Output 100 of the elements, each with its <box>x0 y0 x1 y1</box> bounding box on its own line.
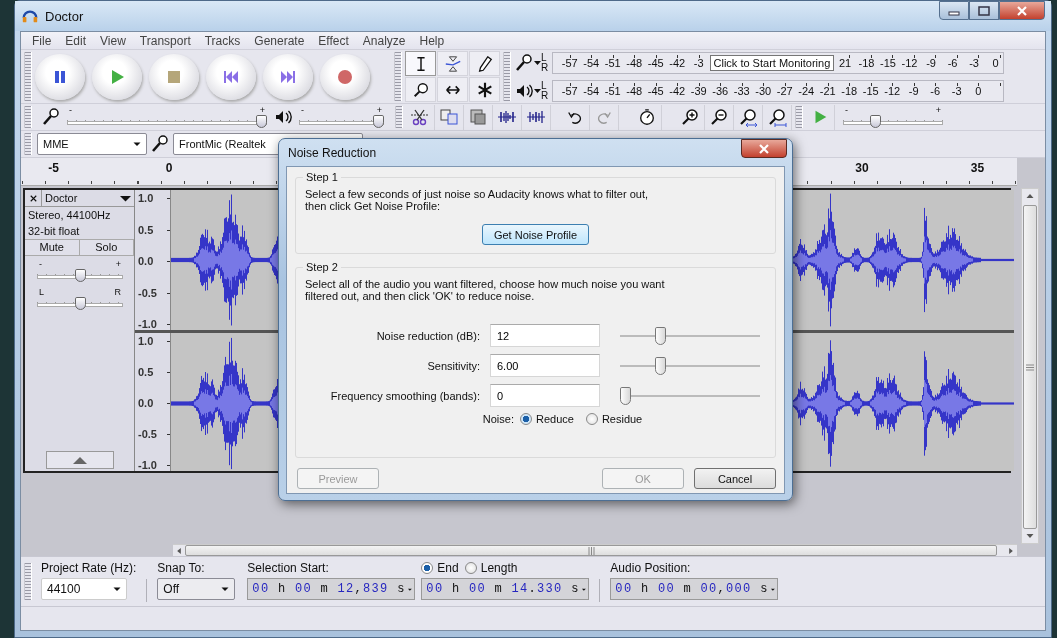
close-icon <box>758 143 770 154</box>
slider-thumb[interactable] <box>74 269 86 282</box>
toolbar-grip[interactable] <box>395 106 403 128</box>
minimize-button[interactable] <box>939 1 969 20</box>
slider-min-label: - <box>301 106 304 114</box>
pause-button[interactable] <box>35 53 85 100</box>
envelope-tool-button[interactable] <box>437 51 468 76</box>
time-field[interactable]: 00 h 00 m 12,839 s <box>247 578 416 600</box>
toolbar-grip[interactable] <box>24 133 32 155</box>
radio-button[interactable] <box>519 413 532 425</box>
field-label: Noise: <box>482 413 514 425</box>
meter-scale-label: -45 <box>646 84 665 97</box>
time-field[interactable]: 00 h 00 m 00,000 s <box>610 578 779 600</box>
input-field[interactable]: 6.00 <box>490 354 600 377</box>
radio-button[interactable] <box>585 413 598 425</box>
level-meter[interactable]: -57 -54 -51 -48 -45 -42 -39 -36 -33 -30 -27 -24 -21 -18 -15 -12 -9 -6 -3 0 <box>552 79 1004 102</box>
draw-tool-button[interactable] <box>469 51 500 76</box>
level-meter[interactable]: -57 -54 -51 -48 -45 -42 -3 Click to Start Monitoring 21 -18 -15 -12 -9 -6 -3 0 <box>552 51 1004 74</box>
toolbar-grip[interactable] <box>795 106 803 128</box>
group-label: Step 1 <box>305 171 339 183</box>
dialog-button[interactable]: Cancel <box>694 468 776 489</box>
time-shift-tool-button[interactable] <box>437 77 468 102</box>
selection-tool-button[interactable] <box>405 51 436 76</box>
slider-thumb[interactable] <box>869 115 881 128</box>
vertical-scrollbar[interactable] <box>1021 188 1039 544</box>
radio-button[interactable] <box>421 562 434 574</box>
toolbar-grip[interactable] <box>503 52 511 101</box>
slider-thumb[interactable] <box>620 386 631 405</box>
toolbar-grip[interactable] <box>394 52 402 101</box>
zoom-tool-button[interactable] <box>405 77 436 102</box>
radio-label: Length <box>480 561 518 575</box>
meter-scale-label: -15 <box>861 84 880 97</box>
skip-to-end-button[interactable] <box>263 53 313 100</box>
scale-label: -1.0 <box>138 459 167 471</box>
meter-scale-label: -45 <box>646 56 665 69</box>
maximize-button[interactable] <box>969 1 999 20</box>
radio-label: Reduce <box>535 413 574 425</box>
radio-label: End <box>437 561 459 575</box>
menu-item[interactable]: Generate <box>247 33 312 48</box>
record-button[interactable] <box>320 53 370 100</box>
slider-thumb[interactable] <box>654 326 666 345</box>
collapse-button[interactable] <box>45 451 114 469</box>
tooltip: Click to Start Monitoring <box>709 54 835 71</box>
slider-thumb[interactable] <box>654 356 666 375</box>
stop-button[interactable] <box>149 53 199 100</box>
instruction-text: Select all of the audio you want filtered, choose how much noise you want filtered out, and then click 'OK' to reduce noise. <box>305 278 666 302</box>
scrollbar-thumb[interactable] <box>1023 205 1037 529</box>
input-field[interactable]: 12 <box>490 324 600 347</box>
scale-label: 0.5 <box>138 223 167 236</box>
meter-scale-label: -27 <box>775 84 794 97</box>
input-field[interactable]: 0 <box>490 384 600 407</box>
menu-item[interactable]: Help <box>412 33 452 48</box>
ruler-label: 0 <box>165 161 173 175</box>
microphone-icon <box>150 134 170 154</box>
radio-button[interactable] <box>464 562 477 574</box>
menu-item[interactable]: Tracks <box>197 33 248 48</box>
meter-scale-label: 21 <box>837 56 853 69</box>
solo-button[interactable]: Solo <box>79 240 134 255</box>
project-rate-dropdown[interactable]: 44100 <box>41 578 127 600</box>
menu-item[interactable]: File <box>25 33 59 48</box>
snap-to-dropdown[interactable]: Off <box>157 578 236 600</box>
meter-scale-label: -9 <box>907 84 920 97</box>
get-noise-profile-button[interactable]: Get Noise Profile <box>482 224 589 245</box>
toolbar-grip[interactable] <box>24 106 32 128</box>
meter-scale-label: -12 <box>900 56 919 69</box>
slider-thumb[interactable] <box>256 115 267 128</box>
menu-item[interactable]: Analyze <box>355 33 413 48</box>
menu-item[interactable]: Edit <box>58 33 94 48</box>
close-button[interactable] <box>741 139 787 158</box>
multi-tool-button[interactable] <box>469 77 500 102</box>
ruler-label: 30 <box>855 161 869 175</box>
toolbar-grip[interactable] <box>24 563 32 600</box>
slider-thumb[interactable] <box>74 297 86 310</box>
time-field[interactable]: 00 h 00 m 14.330 s <box>421 578 590 600</box>
meter-scale-label: -15 <box>879 56 897 69</box>
menu-item[interactable]: Effect <box>311 33 356 48</box>
skip-to-start-button[interactable] <box>206 53 256 100</box>
close-button[interactable] <box>999 1 1045 20</box>
menu-item[interactable]: Transport <box>132 33 198 48</box>
caret-icon <box>120 194 131 202</box>
scale-label: -0.5 <box>138 286 167 299</box>
grip-icon <box>587 546 595 555</box>
menu-item[interactable]: View <box>93 33 133 48</box>
meter-scale-label: -3 <box>968 56 980 69</box>
slider-thumb[interactable] <box>373 115 384 128</box>
audio-host-dropdown[interactable]: MME <box>37 133 147 155</box>
track-menu-button[interactable]: Doctor <box>41 190 134 206</box>
mute-button[interactable]: Mute <box>25 240 80 255</box>
meter-scale-label: -3 <box>950 84 963 97</box>
slider-max-label: + <box>935 106 941 114</box>
meter-scale-label: -33 <box>732 84 751 97</box>
toolbar-grip[interactable] <box>24 52 32 101</box>
meter-scale-label: -18 <box>840 84 859 97</box>
meter-scale-label: -21 <box>818 84 837 97</box>
meter-scale-label: -48 <box>625 56 644 69</box>
meter-scale-label: -57 <box>560 84 579 97</box>
meter-menu-button[interactable] <box>514 52 541 73</box>
channel-label: L <box>541 80 548 91</box>
slider-min-label: - <box>845 106 848 114</box>
play-button[interactable] <box>92 53 142 100</box>
